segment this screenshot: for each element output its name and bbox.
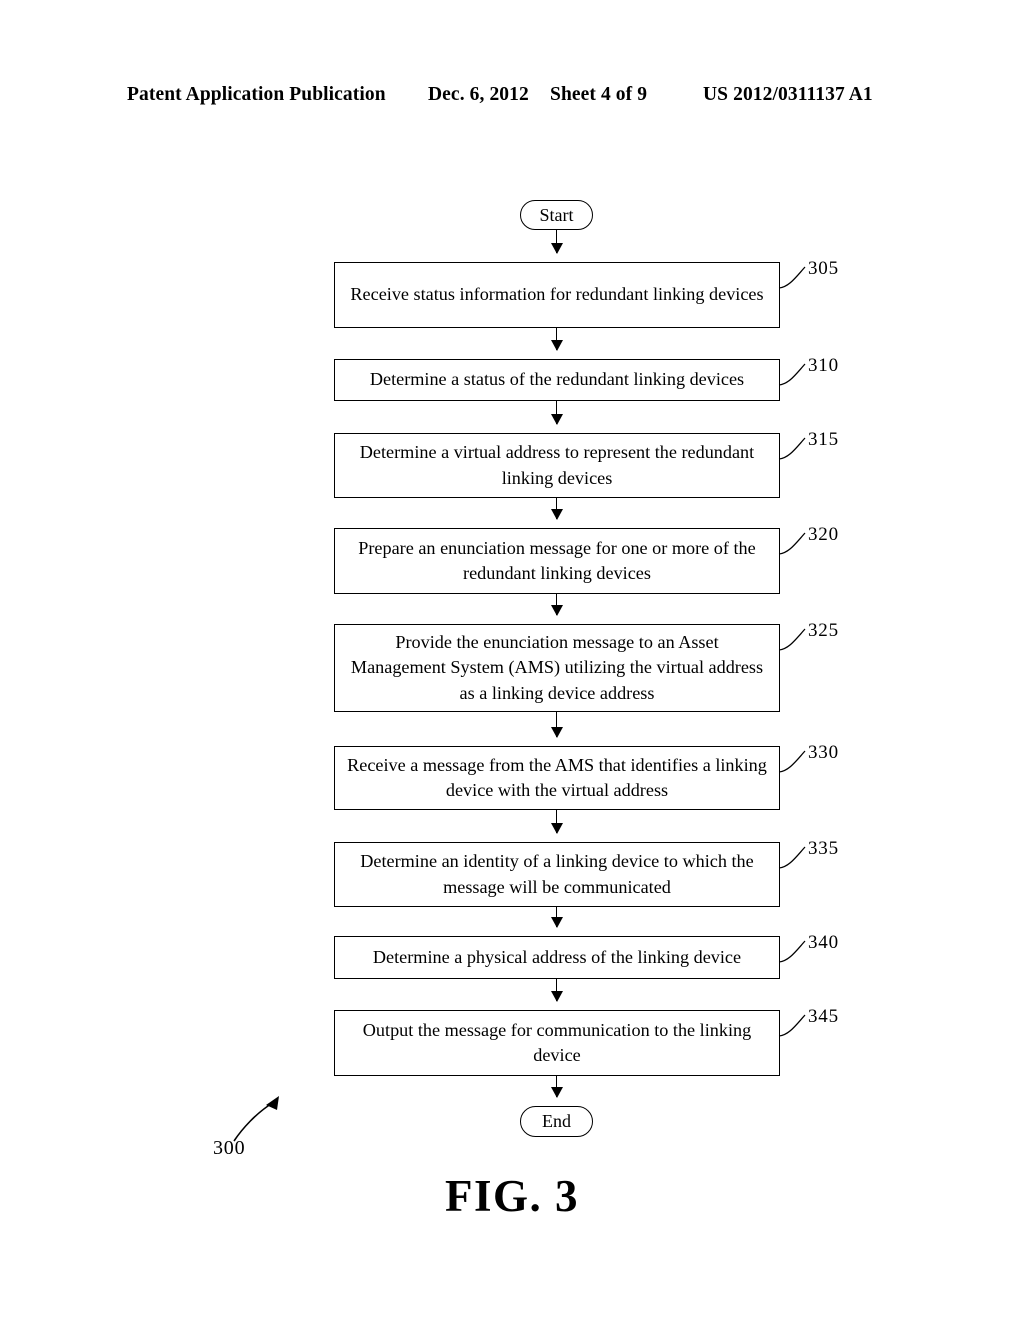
flowchart-end-terminator: End	[520, 1106, 593, 1137]
process-box-335: Determine an identity of a linking devic…	[334, 842, 780, 907]
process-box-320-label: Prepare an enunciation message for one o…	[358, 537, 756, 583]
leader-line-330	[778, 750, 806, 773]
process-box-340-label: Determine a physical address of the link…	[372, 946, 742, 967]
process-box-325: Provide the enunciation message to an As…	[334, 624, 780, 712]
reference-numeral-330: 330	[808, 742, 839, 763]
connector-arrow	[549, 907, 566, 928]
reference-numeral-315: 315	[808, 429, 839, 450]
process-box-340: Determine a physical address of the link…	[334, 936, 780, 979]
connector-arrow	[549, 979, 566, 1002]
process-box-315: Determine a virtual address to represent…	[334, 433, 780, 498]
reference-numeral-335: 335	[808, 838, 839, 859]
process-box-310-label: Determine a status of the redundant link…	[369, 369, 745, 390]
reference-numeral-340: 340	[808, 932, 839, 953]
leader-line-310	[778, 363, 806, 386]
process-box-330: Receive a message from the AMS that iden…	[334, 746, 780, 810]
leader-line-315	[778, 437, 806, 460]
figure-caption: FIG. 3	[444, 1171, 579, 1221]
process-box-325-label: Provide the enunciation message to an As…	[350, 632, 764, 703]
start-label: Start	[539, 204, 574, 225]
process-box-345-label: Output the message for communication to …	[362, 1019, 752, 1065]
flowchart-start-terminator: Start	[520, 200, 593, 230]
process-box-305: Receive status information for redundant…	[334, 262, 780, 328]
reference-numeral-325: 325	[808, 620, 839, 641]
connector-arrow	[549, 230, 566, 254]
reference-numeral-345: 345	[808, 1006, 839, 1027]
connector-arrow	[549, 594, 566, 616]
process-box-320: Prepare an enunciation message for one o…	[334, 528, 780, 594]
connector-arrow	[549, 712, 566, 738]
flowchart-diagram: Start Receive status information for red…	[0, 0, 1024, 1320]
end-label: End	[542, 1111, 571, 1131]
leader-line-340	[778, 940, 806, 963]
reference-numeral-310: 310	[808, 355, 839, 376]
process-box-330-label: Receive a message from the AMS that iden…	[347, 754, 767, 800]
connector-arrow	[549, 498, 566, 520]
leader-line-305	[778, 266, 806, 289]
leader-line-335	[778, 846, 806, 869]
connector-arrow	[549, 1076, 566, 1098]
reference-numeral-320: 320	[808, 524, 839, 545]
process-box-310: Determine a status of the redundant link…	[334, 359, 780, 401]
leader-line-345	[778, 1014, 806, 1037]
connector-arrow	[549, 328, 566, 351]
leader-line-320	[778, 532, 806, 555]
connector-arrow	[549, 810, 566, 834]
connector-arrow	[549, 401, 566, 425]
reference-numeral-305: 305	[808, 258, 839, 279]
process-box-345: Output the message for communication to …	[334, 1010, 780, 1076]
process-box-315-label: Determine a virtual address to represent…	[359, 442, 755, 488]
process-box-335-label: Determine an identity of a linking devic…	[360, 851, 754, 897]
figure-reference-numeral: 300	[213, 1137, 246, 1159]
leader-line-325	[778, 628, 806, 651]
process-box-305-label: Receive status information for redundant…	[350, 284, 764, 305]
